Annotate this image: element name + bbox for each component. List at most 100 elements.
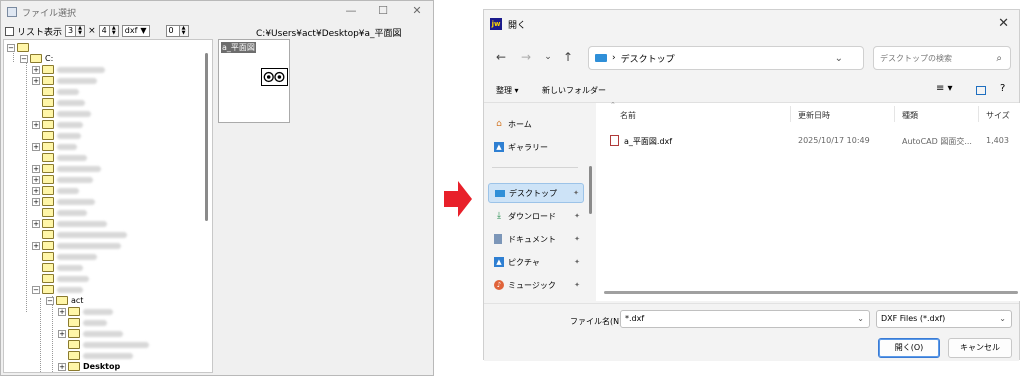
recent-chevron-icon[interactable]: ⌄ [541,52,555,62]
organize-button[interactable]: 整理 ▾ [496,85,519,96]
filename-input[interactable]: *.dxf ⌄ [620,310,870,328]
search-input[interactable]: デスクトップの検索 ⌕ [873,46,1011,70]
folder-tree[interactable]: − − C: + + + + + + + + + + − − act + + +… [3,39,213,373]
nav-item-music[interactable]: ♪ ミュージック ✦ [488,275,584,295]
expand-icon[interactable]: + [58,362,66,371]
column-header-size[interactable]: サイズ [986,110,1010,121]
tree-item[interactable] [42,130,81,141]
nav-item-home[interactable]: ⌂ ホーム [488,114,584,134]
filetype-select[interactable]: DXF Files (*.dxf) ⌄ [876,310,1012,328]
nav-scrollbar[interactable] [589,166,592,214]
tree-item[interactable] [42,229,127,240]
navigation-bar: ← → ⌄ ↑ › デスクトップ ⌄ ↻ デスクトップの検索 ⌕ [484,46,1019,70]
address-bar[interactable]: › デスクトップ ⌄ ↻ [588,46,883,70]
pin-icon[interactable]: ✦ [574,281,580,289]
pin-icon[interactable]: ✦ [574,212,580,220]
collapse-icon[interactable]: − [20,54,28,63]
pin-icon[interactable]: ✦ [573,189,579,197]
preview-pane[interactable]: a_平面図 [218,39,290,123]
tree-item[interactable] [42,273,89,284]
tree-desktop[interactable]: + Desktop [58,361,120,372]
tree-item[interactable]: + [32,196,95,207]
number-spinner[interactable]: 0 ▲ ▼ [165,25,189,37]
tree-item[interactable] [68,317,107,328]
collapse-icon[interactable]: − [7,43,15,52]
tree-item[interactable]: + [32,218,107,229]
tree-item[interactable] [42,152,87,163]
nav-item-pictures[interactable]: ▲ ピクチャ ✦ [488,252,584,272]
open-button[interactable]: 開く(O) [878,338,940,358]
back-icon[interactable]: ← [494,50,508,64]
up-icon[interactable]: ↑ [561,50,575,64]
tree-item[interactable] [68,339,149,350]
file-row[interactable]: a_平面図.dxf 2025/10/17 10:49 AutoCAD 図面交..… [596,135,1021,150]
tree-item[interactable] [42,86,79,97]
file-type: AutoCAD 図面交... [902,137,972,146]
cancel-button[interactable]: キャンセル [948,338,1012,358]
collapse-icon[interactable]: − [32,285,40,294]
tree-item[interactable]: + [58,328,123,339]
desktop-icon [495,189,505,197]
window-title: ファイル選択 [22,8,77,19]
tree-item[interactable]: + [32,64,105,75]
file-select-window: ファイル選択 — ☐ ✕ リスト表示 3 ▲ ▼ × 4 ▲ ▼ dxf ▼ 0 ▲… [0,0,434,376]
columns-spin-arrows[interactable]: ▲ ▼ [76,25,86,37]
preview-pane-icon[interactable] [976,86,986,95]
folder-icon [42,76,54,85]
tree-item[interactable] [42,251,97,262]
nav-item-documents[interactable]: ドキュメント ✦ [488,229,584,249]
tree-item[interactable] [68,350,133,361]
folder-icon [42,131,54,140]
tree-item[interactable]: + [32,185,79,196]
close-icon[interactable]: ✕ [409,4,425,17]
tree-item[interactable] [42,262,83,273]
close-icon[interactable]: ✕ [998,16,1009,31]
nav-item-gallery[interactable]: ▲ ギャラリー [488,137,584,157]
tree-item[interactable]: + [32,75,97,86]
tree-scrollbar[interactable] [205,53,208,221]
list-view-checkbox[interactable] [5,26,14,36]
column-header-name[interactable]: 名前 [620,110,636,121]
drawing-thumbnail [261,68,288,86]
chevron-down-icon[interactable]: ⌄ [999,311,1006,327]
list-scrollbar[interactable] [604,291,1018,294]
tree-item[interactable]: + [32,240,121,251]
maximize-icon[interactable]: ☐ [375,4,391,17]
tree-root[interactable]: − [7,42,32,53]
extension-select[interactable]: dxf ▼ [121,25,150,37]
tree-item[interactable]: + [32,163,101,174]
search-icon: ⌕ [996,52,1002,64]
column-header-modified[interactable]: 更新日時 [798,110,830,121]
music-icon: ♪ [494,280,504,290]
tree-item[interactable] [42,207,87,218]
collapse-icon[interactable]: − [46,296,54,305]
new-folder-button[interactable]: 新しいフォルダー [542,85,606,96]
forward-icon[interactable]: → [519,50,533,64]
number-spin-arrows[interactable]: ▲ ▼ [179,25,189,37]
nav-item-desktop[interactable]: デスクトップ ✦ [488,183,584,203]
tree-item[interactable]: + [32,119,83,130]
minimize-icon[interactable]: — [343,4,359,17]
file-list[interactable]: ⌃ 名前 更新日時 種類 サイズ a_平面図.dxf 2025/10/17 10… [596,101,1021,301]
tree-item[interactable] [42,108,91,119]
view-options-icon[interactable]: ≡ ▾ [936,83,953,94]
columns-spinner[interactable]: 3 ▲ ▼ [65,25,86,37]
sort-indicator-icon: ⌃ [610,101,616,109]
help-icon[interactable]: ? [1000,83,1005,94]
file-name: a_平面図.dxf [624,137,673,146]
rows-spin-arrows[interactable]: ▲ ▼ [109,25,119,37]
pin-icon[interactable]: ✦ [574,258,580,266]
tree-item[interactable]: + [32,174,93,185]
tree-user-act[interactable]: − act [46,295,83,306]
chevron-down-icon[interactable]: ⌄ [857,311,864,327]
tree-item[interactable] [42,97,85,108]
tree-drive[interactable]: − C: [20,53,53,64]
chevron-down-icon[interactable]: ⌄ [835,53,843,64]
pin-icon[interactable]: ✦ [574,235,580,243]
tree-item[interactable]: + [58,306,113,317]
tree-users[interactable]: − [32,284,83,295]
column-header-type[interactable]: 種類 [902,110,918,121]
nav-item-downloads[interactable]: ⤓ ダウンロード ✦ [488,206,584,226]
rows-spinner[interactable]: 4 ▲ ▼ [98,25,119,37]
tree-item[interactable]: + [32,141,77,152]
